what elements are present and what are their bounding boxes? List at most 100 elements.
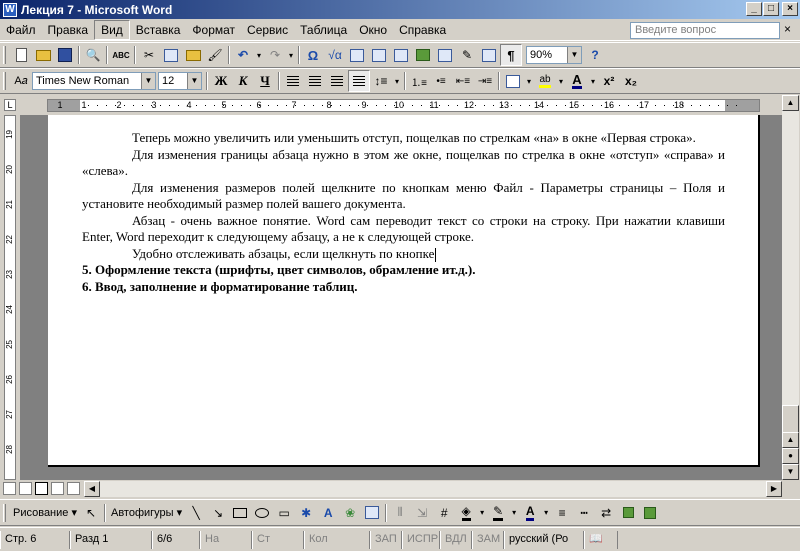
heading-item[interactable]: 6. Ввод, заполнение и форматирование таб… <box>82 279 725 296</box>
document-close-icon[interactable]: × <box>784 22 791 36</box>
paragraph[interactable]: Абзац - очень важное понятие. Word сам п… <box>82 213 725 246</box>
highlight-button[interactable]: ab <box>534 70 556 92</box>
picture-button[interactable] <box>361 502 383 524</box>
insert-table-button[interactable] <box>390 44 412 66</box>
select-objects-button[interactable]: ↖ <box>80 502 102 524</box>
underline-button[interactable]: Ч <box>254 70 276 92</box>
help-button[interactable]: ? <box>584 44 606 66</box>
borders-dropdown[interactable]: ▾ <box>524 70 534 92</box>
drawing-toggle-button[interactable]: ✎ <box>456 44 478 66</box>
document-text[interactable]: Теперь можно увеличить или уменьшить отс… <box>82 130 725 295</box>
bold-button[interactable]: Ж <box>210 70 232 92</box>
chevron-down-icon[interactable]: ▼ <box>567 47 581 63</box>
shadow-button[interactable] <box>617 502 639 524</box>
reading-layout-button[interactable] <box>67 482 80 495</box>
redo-button[interactable]: ↷ <box>264 44 286 66</box>
spelling-button[interactable]: ABC <box>110 44 132 66</box>
equation-button[interactable]: √α <box>324 44 346 66</box>
status-at[interactable]: На <box>200 530 252 549</box>
show-hide-button[interactable]: ¶ <box>500 44 522 66</box>
outline-view-button[interactable] <box>51 482 64 495</box>
align-right-button[interactable] <box>326 70 348 92</box>
draw-font-color-dropdown[interactable]: ▾ <box>541 502 551 524</box>
arrow-button[interactable]: ↘ <box>207 502 229 524</box>
minimize-button[interactable]: _ <box>746 2 762 16</box>
redo-dropdown[interactable]: ▾ <box>286 44 296 66</box>
line-style-button[interactable]: ≡ <box>551 502 573 524</box>
format-painter-button[interactable]: 🖌 <box>204 44 226 66</box>
menu-table[interactable]: Таблица <box>294 21 353 39</box>
zoom-select[interactable]: 90% ▼ <box>526 46 582 64</box>
dash-style-button[interactable]: ┅ <box>573 502 595 524</box>
menu-file[interactable]: Файл <box>0 21 42 39</box>
rectangle-button[interactable] <box>229 502 251 524</box>
status-line[interactable]: Ст <box>252 530 304 549</box>
increase-indent-button[interactable]: ⇥≡ <box>474 70 496 92</box>
normal-view-button[interactable] <box>3 482 16 495</box>
menu-view[interactable]: Вид <box>94 19 130 40</box>
new-document-button[interactable] <box>10 44 32 66</box>
align-distribute-button[interactable]: ⫴ <box>389 502 411 524</box>
status-page[interactable]: Стр. 6 <box>0 530 70 549</box>
maximize-button[interactable]: □ <box>763 2 779 16</box>
close-button[interactable]: × <box>782 2 798 16</box>
paste-button[interactable] <box>182 44 204 66</box>
autoshapes-menu-button[interactable]: Автофигуры ▾ <box>108 506 185 519</box>
menu-format[interactable]: Формат <box>186 21 241 39</box>
vertical-scrollbar[interactable]: ▲ ▲ ● ▼ <box>782 95 799 480</box>
open-button[interactable] <box>32 44 54 66</box>
oval-button[interactable] <box>251 502 273 524</box>
chevron-down-icon[interactable]: ▼ <box>141 73 155 89</box>
line-color-button[interactable]: ✎ <box>487 502 509 524</box>
scroll-left-button[interactable]: ◀ <box>84 481 100 497</box>
line-spacing-button[interactable]: ↕≡ <box>370 70 392 92</box>
paragraph-with-cursor[interactable]: Удобно отслеживать абзацы, если щелкнуть… <box>82 246 725 263</box>
textbox-button[interactable]: ▭ <box>273 502 295 524</box>
styles-button[interactable]: A𝑎 <box>10 70 32 92</box>
scroll-up-button[interactable]: ▲ <box>782 95 799 111</box>
web-layout-button[interactable] <box>19 482 32 495</box>
paragraph[interactable]: Теперь можно увеличить или уменьшить отс… <box>82 130 725 147</box>
scroll-down-button[interactable]: ▼ <box>782 464 799 480</box>
status-rec[interactable]: ЗАП <box>370 530 402 549</box>
undo-button[interactable]: ↶ <box>232 44 254 66</box>
fill-color-button[interactable]: ◈ <box>455 502 477 524</box>
wordart-button[interactable]: A <box>317 502 339 524</box>
font-color-button[interactable]: A <box>566 70 588 92</box>
vertical-ruler[interactable]: 19 20 21 22 23 24 25 26 27 28 <box>4 115 16 480</box>
print-preview-button[interactable]: 🔍 <box>82 44 104 66</box>
decrease-indent-button[interactable]: ⇤≡ <box>452 70 474 92</box>
document-map-button[interactable] <box>478 44 500 66</box>
toolbar-grip[interactable] <box>3 46 6 64</box>
align-center-button[interactable] <box>304 70 326 92</box>
italic-button[interactable]: К <box>232 70 254 92</box>
status-ext[interactable]: ВДЛ <box>440 530 472 549</box>
menu-insert[interactable]: Вставка <box>130 21 187 39</box>
horizontal-ruler[interactable]: 1123456789101112131415161718 <box>47 99 760 112</box>
align-left-button[interactable] <box>282 70 304 92</box>
font-size-select[interactable]: 12 ▼ <box>158 72 202 90</box>
document-page[interactable]: Теперь можно увеличить или уменьшить отс… <box>48 115 760 467</box>
borders-button[interactable] <box>502 70 524 92</box>
justify-button[interactable] <box>348 70 370 92</box>
spelling-status-icon[interactable]: 📖 <box>584 530 618 549</box>
toolbar-grip[interactable] <box>3 503 6 522</box>
order-button[interactable]: ⇲ <box>411 502 433 524</box>
menu-edit[interactable]: Правка <box>42 21 95 39</box>
font-color-dropdown[interactable]: ▾ <box>588 70 598 92</box>
print-layout-button[interactable] <box>35 482 48 495</box>
arrow-style-button[interactable]: ⇄ <box>595 502 617 524</box>
draw-font-color-button[interactable]: A <box>519 502 541 524</box>
bullets-button[interactable]: •≡ <box>430 70 452 92</box>
line-color-dropdown[interactable]: ▾ <box>509 502 519 524</box>
status-trk[interactable]: ИСПР <box>402 530 440 549</box>
tables-borders-button[interactable] <box>368 44 390 66</box>
menu-window[interactable]: Окно <box>353 21 393 39</box>
toolbar-grip[interactable] <box>3 72 6 90</box>
select-browse-object-button[interactable]: ● <box>782 448 799 464</box>
insert-symbol-button[interactable]: Ω <box>302 44 324 66</box>
grid-button[interactable]: # <box>433 502 455 524</box>
diagram-button[interactable]: ✱ <box>295 502 317 524</box>
menu-tools[interactable]: Сервис <box>241 21 294 39</box>
font-select[interactable]: Times New Roman ▼ <box>32 72 156 90</box>
